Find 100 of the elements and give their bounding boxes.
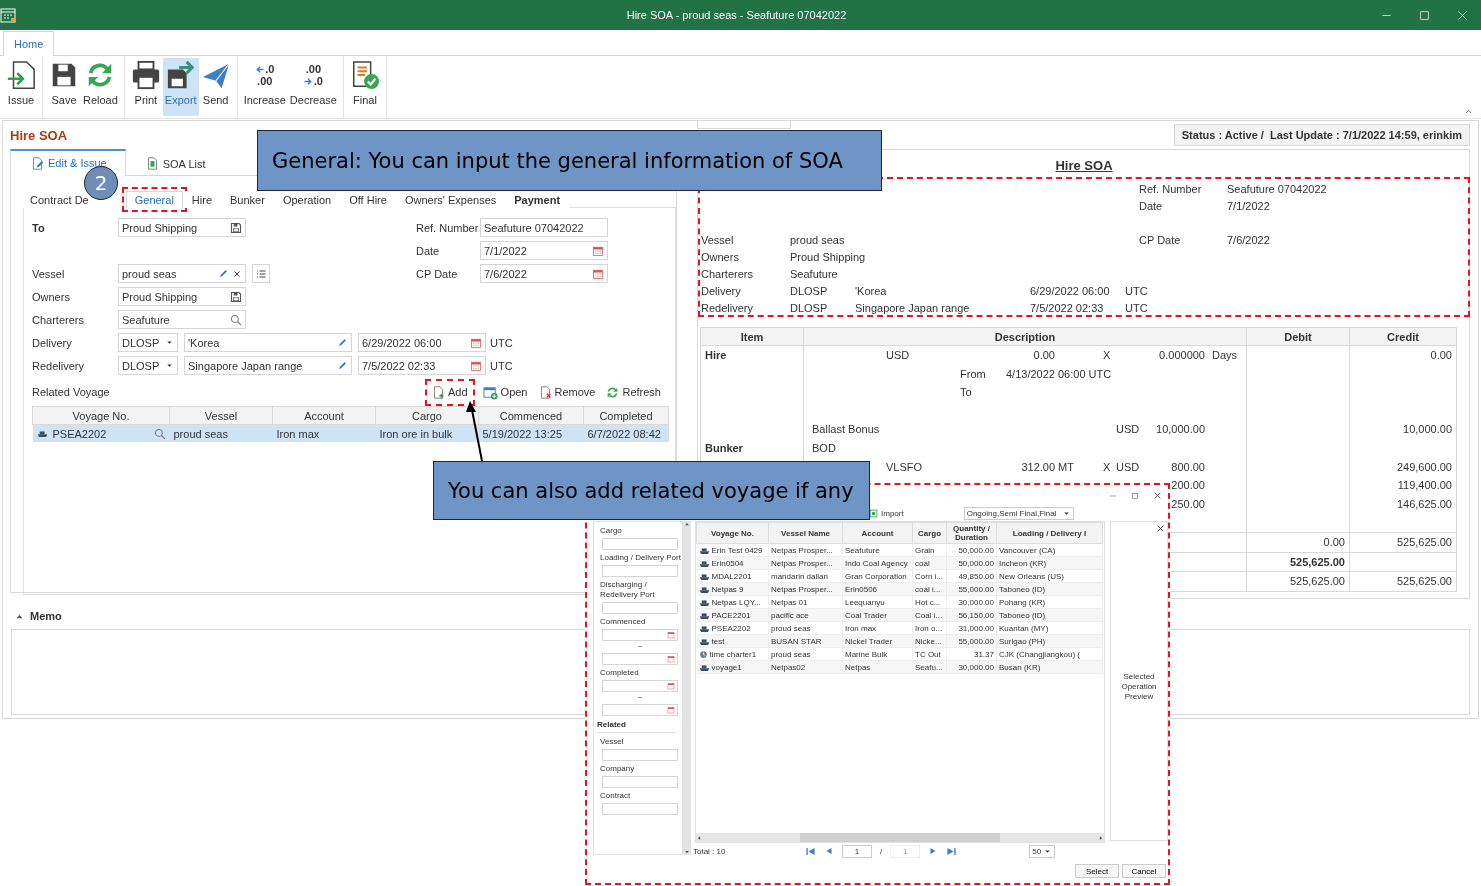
field-label: Discharging / Redelivery Port: [600, 580, 656, 600]
calendar-icon[interactable]: [592, 244, 604, 257]
tab[interactable]: SOA List: [125, 149, 224, 176]
toolbar-button[interactable]: Open: [480, 383, 530, 401]
pencil-icon[interactable]: [218, 268, 229, 279]
input-field[interactable]: Seafuture: [118, 310, 246, 329]
scroll-down-icon[interactable]: [684, 849, 690, 855]
input-field[interactable]: Proud Shipping: [118, 287, 246, 306]
dropdown[interactable]: Ongoing,Semi Final,Final: [963, 507, 1074, 520]
list-icon[interactable]: [255, 267, 267, 280]
column-header[interactable]: Quantity / Duration: [946, 522, 997, 544]
pencil-icon[interactable]: [337, 360, 348, 371]
input-field[interactable]: 7/6/2022: [480, 264, 608, 283]
date-field[interactable]: 6/29/2022 06:00: [358, 333, 486, 352]
calendar-icon[interactable]: [470, 359, 482, 372]
toolbar-button[interactable]: Send: [198, 58, 233, 116]
ribbon-tab[interactable]: Home: [3, 31, 55, 56]
table-cell-text: 0.00: [1033, 348, 1055, 363]
input-field[interactable]: 7/1/2022: [480, 241, 608, 260]
tab[interactable]: Edit & Issue: [10, 149, 126, 176]
search-icon[interactable]: [230, 313, 242, 326]
toolbar-button[interactable]: Final: [347, 58, 382, 116]
table-cell-text: From: [960, 366, 987, 382]
dropdown[interactable]: DLOSP: [118, 333, 178, 352]
calendar-icon[interactable]: [592, 267, 604, 280]
toolbar-button[interactable]: Print: [128, 58, 163, 116]
input-field[interactable]: [602, 776, 678, 788]
toolbar-button[interactable]: Refresh: [604, 383, 663, 401]
input-field[interactable]: [602, 565, 678, 577]
column-header[interactable]: Vessel: [169, 406, 273, 425]
toolbar-button[interactable]: Save: [47, 58, 81, 116]
calendar-icon[interactable]: [470, 336, 482, 349]
scrollbar[interactable]: [683, 521, 691, 855]
scroll-left-icon[interactable]: [696, 834, 702, 841]
toolbar-button[interactable]: .00 .0 Decrease: [287, 58, 339, 116]
clear-icon[interactable]: [232, 268, 242, 279]
column-header[interactable]: Voyage No.: [32, 406, 170, 425]
table-cell: Coal Trader: [845, 610, 887, 620]
toolbar-button[interactable]: Add: [430, 383, 470, 401]
column-header[interactable]: Account: [842, 522, 913, 544]
search-icon[interactable]: [153, 427, 166, 440]
table-cell: Netpas 01: [771, 597, 808, 607]
input-field[interactable]: Proud Shipping: [118, 218, 246, 237]
date-field[interactable]: [602, 653, 678, 665]
close-icon[interactable]: [1156, 524, 1165, 533]
column-header[interactable]: Voyage No.: [696, 522, 769, 544]
table-cell: mandarin dalian: [771, 571, 828, 581]
input-field[interactable]: [602, 602, 678, 614]
toolbar-button[interactable]: Import: [869, 509, 904, 518]
table-row[interactable]: PSEA2202 proud seas Iron max Iron ore in bulk 5/19/2022 13:25 6/7/2022 08:42: [32, 424, 669, 442]
close-icon[interactable]: [1153, 491, 1162, 500]
table-cell: 31,000.00: [958, 623, 994, 633]
first-page-icon[interactable]: [805, 845, 816, 857]
maximize-icon[interactable]: [1131, 491, 1139, 500]
collapse-icon[interactable]: [1464, 107, 1473, 116]
calendar-icon[interactable]: [667, 682, 675, 690]
column-header: Item: [700, 327, 804, 346]
pencil-icon[interactable]: [337, 337, 348, 348]
page-field[interactable]: 1: [842, 844, 872, 858]
date-field[interactable]: [602, 704, 678, 716]
scroll-right-icon[interactable]: [1098, 834, 1104, 841]
column-header[interactable]: Account: [272, 406, 376, 425]
table-cell: MDAL2201: [711, 571, 752, 581]
input-field[interactable]: Singapore Japan range: [184, 356, 352, 375]
dropdown[interactable]: DLOSP: [118, 356, 178, 375]
column-header[interactable]: Commenced: [478, 406, 584, 425]
date-field[interactable]: 7/5/2022 02:33: [358, 356, 486, 375]
toolbar-button[interactable]: Issue: [4, 58, 38, 116]
table-cell-text: X: [1103, 459, 1112, 475]
caret-icon: [165, 338, 174, 347]
column-header[interactable]: Loading / Delivery I: [996, 522, 1103, 544]
last-page-icon[interactable]: [946, 845, 958, 857]
dialog-button[interactable]: Select: [1075, 864, 1119, 878]
input-field[interactable]: Seafuture 07042022: [480, 218, 608, 237]
column-header[interactable]: Completed: [583, 406, 669, 425]
input-field[interactable]: [602, 803, 678, 815]
input-field[interactable]: proud seas: [118, 264, 246, 283]
toolbar-button[interactable]: Reload: [81, 58, 120, 116]
scrollbar[interactable]: [696, 833, 1104, 842]
previous-page-icon[interactable]: [824, 846, 834, 856]
column-header[interactable]: Vessel Name: [768, 522, 843, 544]
date-field[interactable]: [602, 680, 678, 692]
dialog-button[interactable]: Cancel: [1122, 864, 1166, 878]
column-header[interactable]: Cargo: [912, 522, 947, 544]
column-header[interactable]: Cargo: [375, 406, 479, 425]
table-cell: 30,000.00: [958, 597, 994, 607]
input-field[interactable]: [602, 749, 678, 761]
input-field[interactable]: [602, 538, 678, 550]
toolbar-button[interactable]: Remove: [536, 383, 598, 401]
toolbar-button[interactable]: Export: [162, 58, 199, 116]
window-title: Hire SOA - proud seas - Seafuture 07042022: [625, 9, 848, 21]
add-document-icon: [432, 385, 445, 399]
calendar-icon[interactable]: [667, 706, 675, 714]
toolbar-button[interactable]: .0 .00 Increase: [241, 58, 288, 116]
calendar-icon[interactable]: [667, 655, 675, 663]
input-field[interactable]: 'Korea: [184, 333, 352, 352]
date-field[interactable]: [602, 629, 678, 641]
dropdown[interactable]: 50: [1029, 844, 1056, 858]
calendar-icon[interactable]: [667, 631, 675, 639]
document-remove-icon: [538, 385, 552, 399]
